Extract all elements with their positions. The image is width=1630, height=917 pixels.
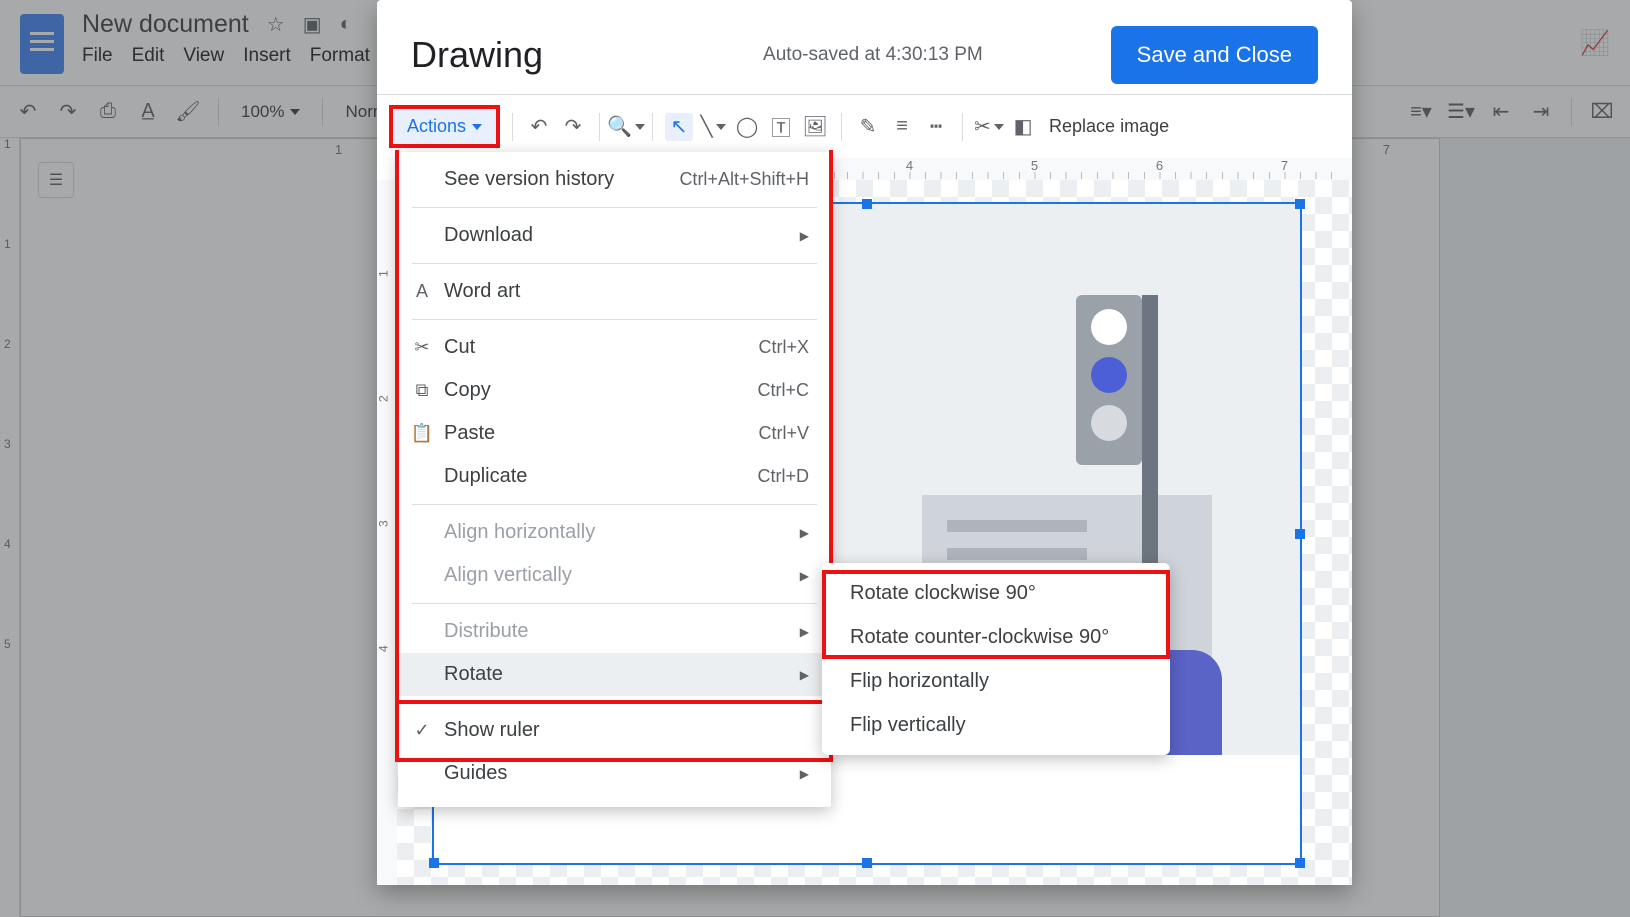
menu-rotate[interactable]: Rotate▶ (398, 653, 831, 696)
border-dash-icon[interactable]: ┅ (922, 113, 950, 141)
menu-see-version-history[interactable]: See version history Ctrl+Alt+Shift+H (398, 158, 831, 201)
drawing-toolbar: Actions ↶ ↷ 🔍 ↖ ╲ ◯ 🅃 🖼 ✎ ≡ ┅ ✂ ◧ Replac… (377, 94, 1352, 158)
crop-icon[interactable]: ✂ (975, 113, 1003, 141)
paste-icon: 📋 (410, 423, 434, 444)
rotate-submenu: Rotate clockwise 90° Rotate counter-cloc… (822, 563, 1170, 755)
menu-align-horizontal: Align horizontally▶ (398, 511, 831, 554)
border-weight-icon[interactable]: ≡ (888, 113, 916, 141)
submenu-flip-h[interactable]: Flip horizontally (822, 659, 1170, 703)
actions-button[interactable]: Actions (393, 109, 496, 144)
select-tool-icon[interactable]: ↖ (665, 113, 693, 141)
image-tool-icon[interactable]: 🖼 (801, 113, 829, 141)
word-art-icon: A (410, 281, 434, 302)
menu-word-art[interactable]: A Word art (398, 270, 831, 313)
menu-paste[interactable]: 📋 PasteCtrl+V (398, 412, 831, 455)
border-color-icon[interactable]: ✎ (854, 113, 882, 141)
menu-duplicate[interactable]: DuplicateCtrl+D (398, 455, 831, 498)
menu-align-vertical: Align vertically▶ (398, 554, 831, 597)
mask-icon[interactable]: ◧ (1009, 113, 1037, 141)
copy-icon: ⧉ (410, 380, 434, 401)
menu-distribute: Distribute▶ (398, 610, 831, 653)
menu-show-ruler[interactable]: ✓ Show ruler (398, 709, 831, 752)
zoom-icon[interactable]: 🔍 (612, 113, 640, 141)
undo-icon[interactable]: ↶ (525, 113, 553, 141)
submenu-rotate-ccw[interactable]: Rotate counter-clockwise 90° (822, 615, 1170, 659)
submenu-flip-v[interactable]: Flip vertically (822, 703, 1170, 747)
drawing-vruler: 1 2 3 4 (377, 180, 397, 885)
redo-icon[interactable]: ↷ (559, 113, 587, 141)
menu-download[interactable]: Download▶ (398, 214, 831, 257)
shape-tool-icon[interactable]: ◯ (733, 113, 761, 141)
line-tool-icon[interactable]: ╲ (699, 113, 727, 141)
cut-icon: ✂ (410, 337, 434, 358)
autosave-status: Auto-saved at 4:30:13 PM (763, 44, 983, 66)
menu-guides[interactable]: Guides▶ (398, 752, 831, 795)
check-icon: ✓ (410, 720, 434, 741)
save-close-button[interactable]: Save and Close (1111, 26, 1318, 84)
menu-copy[interactable]: ⧉ CopyCtrl+C (398, 369, 831, 412)
replace-image-button[interactable]: Replace image (1049, 116, 1169, 137)
menu-cut[interactable]: ✂ CutCtrl+X (398, 326, 831, 369)
textbox-tool-icon[interactable]: 🅃 (767, 113, 795, 141)
actions-menu: See version history Ctrl+Alt+Shift+H Dow… (398, 152, 831, 807)
drawing-title: Drawing (411, 34, 543, 76)
submenu-rotate-cw[interactable]: Rotate clockwise 90° (822, 571, 1170, 615)
